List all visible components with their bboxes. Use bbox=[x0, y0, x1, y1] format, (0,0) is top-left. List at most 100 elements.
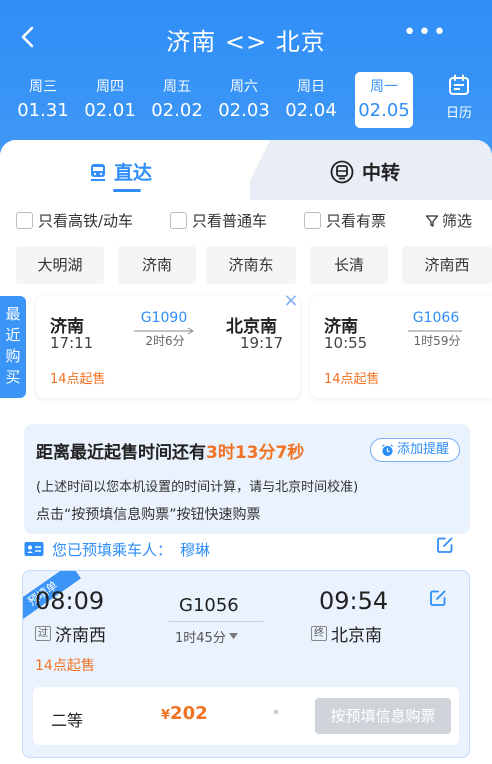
pass-through-tag: 过 bbox=[35, 626, 51, 641]
duration: 2时6分 bbox=[145, 334, 185, 348]
date-item[interactable]: 周日 02.04 bbox=[282, 72, 340, 128]
date-selector: 周三 01.31 周四 02.01 周五 02.02 周六 02.03 周日 0… bbox=[14, 72, 484, 130]
to-station: 终 北京南 bbox=[311, 621, 382, 646]
recent-purchase-tag: 最近购买 bbox=[0, 296, 26, 398]
date-value: 02.05 bbox=[358, 100, 410, 121]
arrive-time: 19:17 bbox=[240, 334, 284, 352]
prefilled-order-card: 预填单 08:09 过 济南西 G1056 1时45分 09:54 终 北京南 … bbox=[22, 570, 470, 758]
filter-label: 只看高铁/动车 bbox=[38, 212, 134, 230]
from-station: 过 济南西 bbox=[35, 621, 106, 646]
id-card-icon bbox=[24, 542, 44, 556]
filter-label: 只看有票 bbox=[326, 212, 387, 230]
date-value: 02.04 bbox=[285, 100, 337, 121]
date-item[interactable]: 周五 02.02 bbox=[148, 72, 206, 128]
date-item[interactable]: 周三 01.31 bbox=[14, 72, 72, 128]
countdown-text: 距离最近起售时间还有3时13分7秒 bbox=[36, 438, 304, 463]
station-chip[interactable]: 长清 bbox=[310, 246, 388, 284]
date-weekday: 周一 bbox=[370, 79, 398, 95]
date-value: 01.31 bbox=[17, 100, 69, 121]
nav-bar: 济南 <> 北京 ••• bbox=[0, 18, 492, 58]
caret-down-icon bbox=[228, 633, 238, 640]
date-item[interactable]: 周六 02.03 bbox=[215, 72, 273, 128]
seat-row: 二等 ¥202 * 按预填信息购票 bbox=[33, 687, 459, 745]
filter-high-speed[interactable]: 只看高铁/动车 bbox=[16, 210, 133, 231]
date-value: 02.03 bbox=[218, 100, 270, 121]
tab-direct[interactable]: 直达 bbox=[0, 140, 250, 200]
more-button[interactable]: ••• bbox=[403, 20, 448, 45]
date-value: 02.02 bbox=[151, 100, 203, 121]
station-chip[interactable]: 济南东 bbox=[206, 246, 296, 284]
countdown-prefix: 距离最近起售时间还有 bbox=[36, 443, 206, 463]
station-chip[interactable]: 济南 bbox=[118, 246, 196, 284]
route-line bbox=[169, 621, 263, 622]
date-item-selected[interactable]: 周一 02.05 bbox=[355, 72, 413, 128]
terminal-tag: 终 bbox=[311, 626, 327, 641]
remind-label: 添加提醒 bbox=[396, 442, 449, 457]
train-number: G1090 bbox=[140, 310, 188, 326]
station-chips: 大明湖 济南 济南东 长清 济南西 bbox=[16, 246, 492, 286]
filter-label: 只看普通车 bbox=[192, 212, 268, 230]
depart-time: 17:11 bbox=[50, 334, 94, 352]
date-weekday: 周日 bbox=[297, 79, 325, 95]
passenger-info: 您已预填乘车人： 穆琳 bbox=[24, 536, 470, 562]
date-weekday: 周五 bbox=[163, 79, 191, 95]
countdown-value: 3时13分7秒 bbox=[206, 443, 305, 463]
sale-time: 14点起售 bbox=[324, 372, 380, 387]
duration: 1时45分 bbox=[175, 631, 226, 646]
edit-passenger-button[interactable] bbox=[436, 536, 454, 558]
calendar-label: 日历 bbox=[445, 106, 472, 121]
passenger-name: 穆琳 bbox=[180, 540, 211, 559]
time-note: (上述时间以您本机设置的时间计算，请与北京时间校准) bbox=[36, 480, 359, 495]
sale-time: 14点起售 bbox=[50, 372, 106, 387]
duration: 1时59分 bbox=[413, 334, 461, 348]
route-tabs: 中转 直达 bbox=[0, 140, 492, 200]
duration-dropdown[interactable]: 1时45分 bbox=[175, 627, 238, 646]
presale-section: 距离最近起售时间还有3时13分7秒 添加提醒 (上述时间以您本机设置的时间计算，… bbox=[16, 410, 478, 764]
edit-order-button[interactable] bbox=[429, 589, 447, 611]
arrive-time: 09:54 bbox=[319, 587, 389, 615]
countdown-box: 距离最近起售时间还有3时13分7秒 添加提醒 (上述时间以您本机设置的时间计算，… bbox=[24, 424, 470, 534]
edit-icon bbox=[430, 590, 446, 606]
depart-time: 10:55 bbox=[324, 334, 368, 352]
train-number: G1066 bbox=[412, 310, 460, 326]
close-icon[interactable]: × bbox=[283, 292, 299, 310]
quick-buy-hint: 点击“按预填信息购票”按钮快速购票 bbox=[36, 507, 261, 523]
tab-transfer-label: 中转 bbox=[362, 162, 401, 184]
checkbox[interactable] bbox=[170, 212, 187, 229]
price-value: 202 bbox=[170, 703, 208, 724]
tab-active-indicator bbox=[113, 189, 141, 192]
station-chip[interactable]: 济南西 bbox=[402, 246, 492, 284]
seat-availability: * bbox=[273, 707, 279, 721]
recent-trip-card[interactable]: 济南 10:55 G1066 1时59分 14点起售 bbox=[310, 296, 492, 398]
checkbox[interactable] bbox=[304, 212, 321, 229]
to-station-name: 北京南 bbox=[331, 626, 382, 646]
currency-symbol: ¥ bbox=[161, 708, 171, 723]
prefill-buy-button[interactable]: 按预填信息购票 bbox=[315, 698, 451, 734]
recent-trip-card[interactable]: 济南 17:11 G1090 2时6分 北京南 19:17 14点起售 bbox=[36, 296, 300, 398]
filter-bar: 只看高铁/动车 只看普通车 只看有票 筛选 bbox=[16, 208, 486, 234]
passenger-label: 您已预填乘车人： bbox=[52, 540, 173, 559]
screen-button[interactable]: 筛选 bbox=[425, 210, 472, 231]
funnel-icon bbox=[425, 214, 439, 227]
filter-normal-train[interactable]: 只看普通车 bbox=[170, 210, 267, 231]
train-number: G1056 bbox=[179, 595, 239, 616]
date-weekday: 周三 bbox=[29, 79, 57, 95]
transfer-train-icon bbox=[330, 160, 354, 183]
calendar-button[interactable]: 日历 bbox=[442, 74, 476, 121]
tab-direct-label: 直达 bbox=[114, 162, 153, 184]
station-chip[interactable]: 大明湖 bbox=[16, 246, 104, 284]
seat-price: ¥202 bbox=[161, 703, 208, 724]
date-item[interactable]: 周四 02.01 bbox=[81, 72, 139, 128]
add-reminder-button[interactable]: 添加提醒 bbox=[369, 438, 460, 462]
alarm-clock-icon bbox=[382, 443, 393, 456]
date-weekday: 周四 bbox=[96, 79, 124, 95]
seat-type: 二等 bbox=[51, 711, 84, 730]
edit-icon bbox=[437, 537, 453, 553]
date-weekday: 周六 bbox=[230, 79, 258, 95]
filter-available[interactable]: 只看有票 bbox=[304, 210, 386, 231]
tab-transfer[interactable]: 中转 bbox=[240, 140, 492, 200]
date-value: 02.01 bbox=[84, 100, 136, 121]
depart-time: 08:09 bbox=[35, 587, 105, 615]
checkbox[interactable] bbox=[16, 212, 33, 229]
screen-label: 筛选 bbox=[441, 212, 472, 230]
